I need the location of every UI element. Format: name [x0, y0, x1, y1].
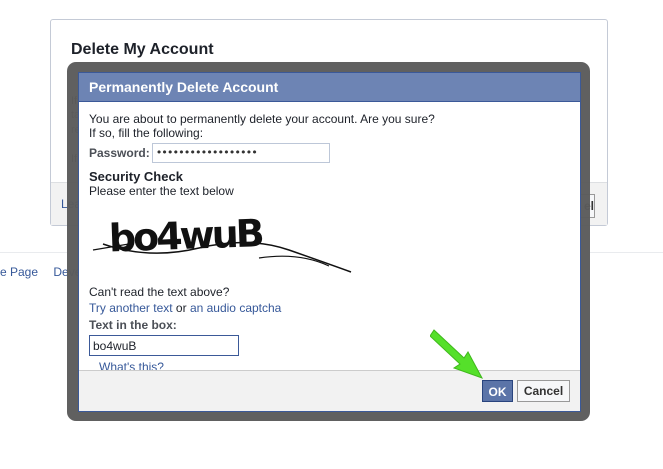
password-label: Password:: [89, 146, 150, 160]
footer-link-page[interactable]: e Page: [0, 265, 38, 279]
cancel-button[interactable]: Cancel: [517, 380, 570, 402]
audio-captcha-link[interactable]: an audio captcha: [190, 301, 281, 315]
password-field[interactable]: ••••••••••••••••••: [151, 143, 330, 163]
delete-account-dialog: Permanently Delete Account You are about…: [78, 72, 581, 412]
dialog-intro: You are about to permanently delete your…: [89, 112, 435, 126]
security-prompt: Please enter the text below: [89, 184, 234, 198]
try-another-link[interactable]: Try another text: [89, 301, 173, 315]
dialog-title: Permanently Delete Account: [79, 73, 580, 102]
page-title: Delete My Account: [71, 41, 214, 58]
captcha-image: bo4wuB: [92, 211, 352, 273]
or-text: or: [172, 301, 190, 315]
ok-button[interactable]: OK: [482, 380, 513, 402]
security-check-title: Security Check: [89, 169, 183, 184]
cant-read-text: Can't read the text above?: [89, 285, 230, 299]
captcha-text: bo4wuB: [108, 211, 263, 260]
fill-prompt: If so, fill the following:: [89, 126, 204, 140]
captcha-input[interactable]: [89, 335, 239, 356]
green-arrow-icon: [430, 329, 484, 379]
text-box-label: Text in the box:: [89, 318, 177, 332]
dialog-footer: OK Cancel: [79, 370, 580, 411]
